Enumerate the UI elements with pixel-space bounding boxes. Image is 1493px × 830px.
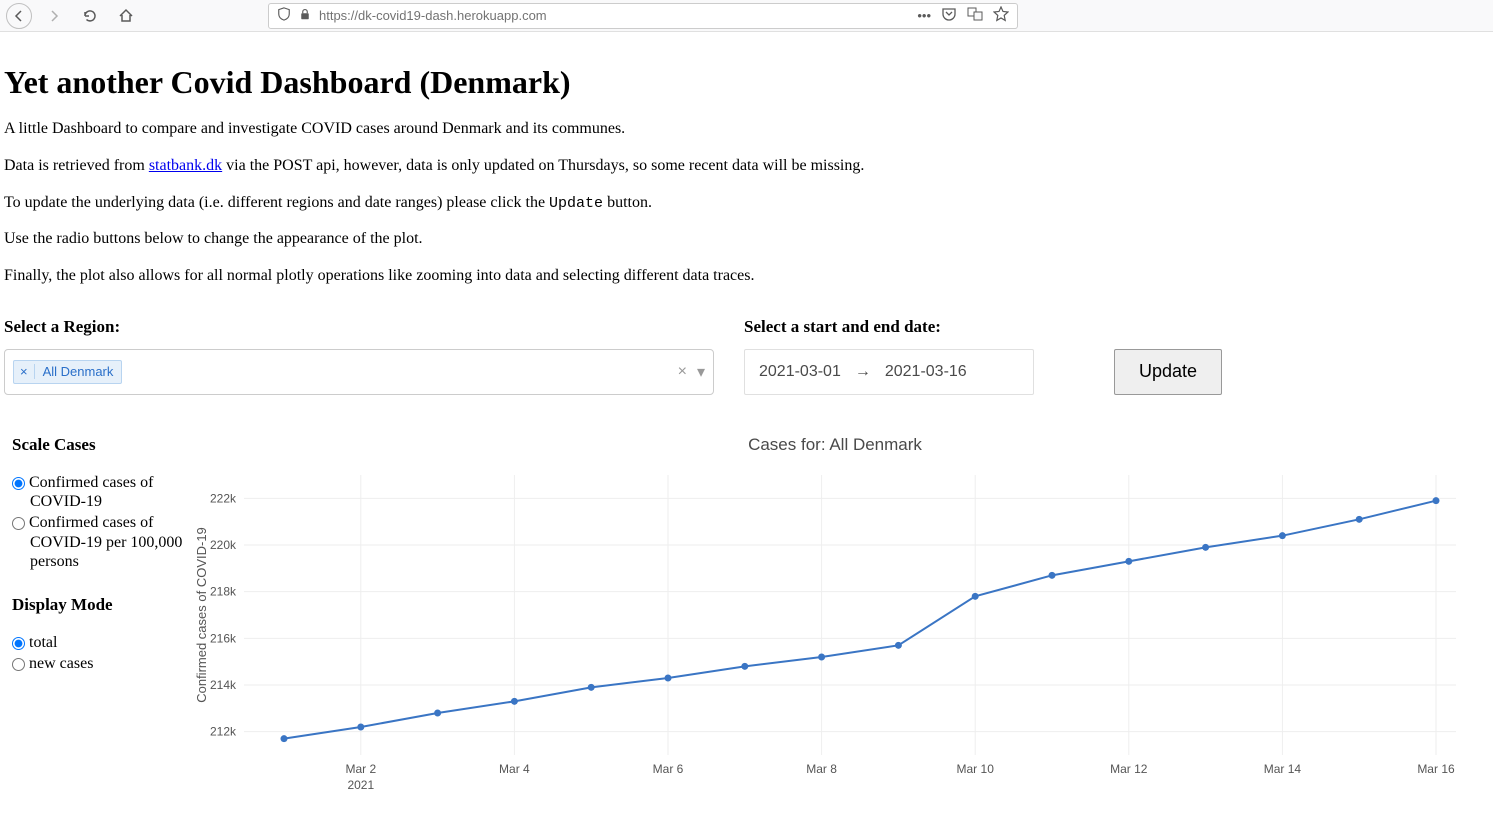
svg-text:Mar 8: Mar 8 (806, 762, 837, 776)
page-title: Yet another Covid Dashboard (Denmark) (4, 64, 1476, 101)
scale-radio-group: Confirmed cases of COVID-19 Confirmed ca… (12, 473, 184, 571)
intro-p5: Finally, the plot also allows for all no… (4, 266, 1476, 287)
date-range-picker[interactable]: 2021-03-01 → 2021-03-16 (744, 349, 1034, 395)
date-label: Select a start and end date: (744, 317, 1084, 337)
svg-text:Mar 10: Mar 10 (957, 762, 995, 776)
reload-button[interactable] (76, 2, 104, 30)
svg-text:Mar 12: Mar 12 (1110, 762, 1148, 776)
clear-all-icon[interactable]: × (678, 363, 687, 381)
display-option-new[interactable]: new cases (12, 654, 184, 673)
intro-p3: To update the underlying data (i.e. diff… (4, 193, 1476, 214)
display-option-total[interactable]: total (12, 633, 184, 652)
chart-svg[interactable]: 212k 214k 216k 218k 220k 222k Mar 2 Mar 4 Mar 6 M… (194, 465, 1476, 805)
forward-button[interactable] (40, 2, 68, 30)
scale-heading: Scale Cases (12, 435, 184, 455)
scale-option-cases[interactable]: Confirmed cases of COVID-19 (12, 473, 184, 511)
chart-area[interactable]: Cases for: All Denmark 212k214k216k218k2… (194, 435, 1476, 810)
url-bar[interactable]: https://dk-covid19-dash.herokuapp.com ••… (268, 3, 1018, 29)
pocket-icon[interactable] (941, 6, 957, 25)
statbank-link[interactable]: statbank.dk (149, 157, 222, 174)
intro-p4: Use the radio buttons below to change th… (4, 229, 1476, 250)
more-icon[interactable]: ••• (917, 8, 931, 23)
svg-text:Confirmed cases of COVID-19: Confirmed cases of COVID-19 (194, 527, 209, 703)
bookmark-star-icon[interactable] (993, 6, 1009, 25)
svg-text:Mar 2: Mar 2 (345, 762, 376, 776)
svg-text:220k: 220k (210, 538, 237, 552)
display-radio-group: total new cases (12, 633, 184, 673)
scale-option-per100k[interactable]: Confirmed cases of COVID-19 per 100,000 … (12, 513, 184, 571)
browser-toolbar: https://dk-covid19-dash.herokuapp.com ••… (0, 0, 1493, 32)
chevron-down-icon[interactable]: ▾ (697, 362, 705, 382)
svg-text:218k: 218k (210, 585, 237, 599)
region-chip: × All Denmark (13, 360, 122, 384)
intro-p1: A little Dashboard to compare and invest… (4, 119, 1476, 140)
region-select[interactable]: × All Denmark × ▾ (4, 349, 714, 395)
display-radio-total[interactable] (12, 637, 25, 650)
svg-text:Mar 16: Mar 16 (1417, 762, 1455, 776)
home-button[interactable] (112, 2, 140, 30)
url-text: https://dk-covid19-dash.herokuapp.com (319, 8, 909, 23)
intro-text: A little Dashboard to compare and invest… (4, 119, 1476, 287)
chart-title: Cases for: All Denmark (194, 435, 1476, 455)
svg-text:2021: 2021 (347, 778, 374, 792)
translate-icon[interactable] (967, 6, 983, 25)
svg-text:Mar 4: Mar 4 (499, 762, 530, 776)
svg-text:216k: 216k (210, 631, 237, 645)
scale-radio-cases[interactable] (12, 477, 25, 490)
region-label: Select a Region: (4, 317, 714, 337)
arrow-right-icon: → (855, 363, 871, 381)
back-button[interactable] (6, 3, 32, 29)
chip-label: All Denmark (35, 364, 122, 379)
display-heading: Display Mode (12, 595, 184, 615)
intro-p2: Data is retrieved from statbank.dk via t… (4, 156, 1476, 177)
svg-text:Mar 14: Mar 14 (1264, 762, 1302, 776)
date-start: 2021-03-01 (759, 363, 841, 381)
scale-radio-per100k[interactable] (12, 517, 25, 530)
update-button[interactable]: Update (1114, 349, 1222, 395)
lock-icon (299, 7, 311, 24)
svg-text:214k: 214k (210, 678, 237, 692)
chip-remove-icon[interactable]: × (14, 364, 35, 379)
date-end: 2021-03-16 (885, 363, 967, 381)
display-radio-new[interactable] (12, 658, 25, 671)
svg-text:212k: 212k (210, 725, 237, 739)
svg-text:222k: 222k (210, 491, 237, 505)
svg-text:Mar 6: Mar 6 (653, 762, 684, 776)
shield-icon (277, 7, 291, 24)
